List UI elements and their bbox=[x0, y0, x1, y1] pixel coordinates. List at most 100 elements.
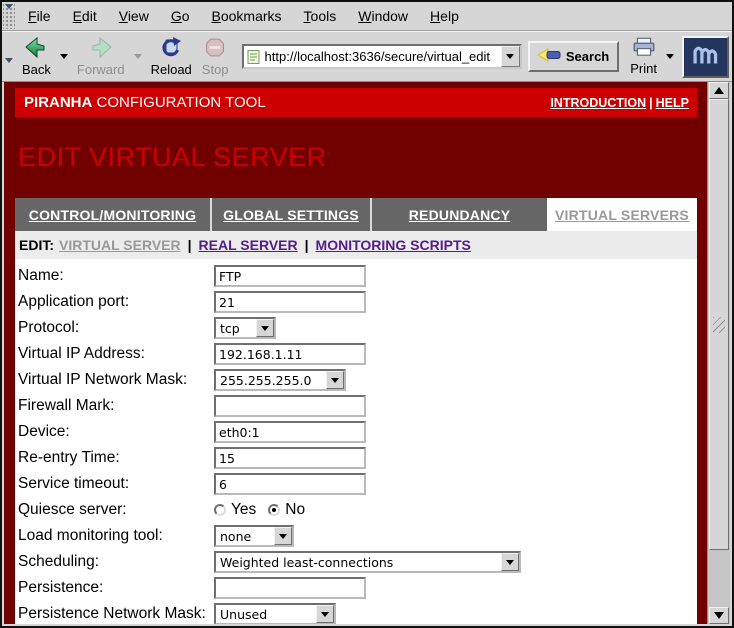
menu-tools[interactable]: Tools bbox=[293, 4, 348, 28]
search-button[interactable]: Search bbox=[528, 41, 619, 72]
menubar-grip-handle[interactable] bbox=[3, 3, 15, 29]
print-dropdown-icon[interactable] bbox=[666, 54, 674, 59]
virtual-ip-mask-select-arrow bbox=[326, 371, 344, 389]
back-button[interactable]: Back bbox=[18, 36, 55, 78]
vertical-scrollbar[interactable] bbox=[707, 82, 730, 624]
forward-label: Forward bbox=[77, 62, 125, 77]
tab-redundancy[interactable]: REDUNDANCY bbox=[372, 198, 547, 231]
protocol-select[interactable]: tcp bbox=[214, 317, 276, 339]
forward-button[interactable]: Forward bbox=[73, 36, 129, 78]
application-port-label: Application port: bbox=[18, 293, 214, 311]
mozilla-logo-button[interactable] bbox=[682, 36, 729, 78]
menu-view[interactable]: View bbox=[108, 4, 160, 28]
name-label: Name: bbox=[18, 267, 214, 285]
quiesce-yes-radio[interactable] bbox=[214, 504, 226, 516]
piranha-header-bar: PIRANHA CONFIGURATION TOOL INTRODUCTION|… bbox=[15, 88, 697, 117]
url-bar: http://localhost:3636/secure/virtual_edi… bbox=[242, 44, 522, 69]
device-input[interactable] bbox=[214, 421, 366, 443]
menu-file[interactable]: File bbox=[17, 4, 62, 28]
virtual-ip-mask-select[interactable]: 255.255.255.0 bbox=[214, 369, 346, 391]
scroll-down-button[interactable] bbox=[709, 607, 729, 624]
subnav-monitoring-scripts-link[interactable]: MONITORING SCRIPTS bbox=[316, 237, 471, 253]
brand-strong: PIRANHA bbox=[24, 94, 92, 111]
brand-rest: CONFIGURATION TOOL bbox=[92, 94, 265, 111]
form-row-application-port: Application port: bbox=[15, 289, 697, 315]
introduction-link[interactable]: INTRODUCTION bbox=[550, 96, 646, 110]
menu-help[interactable]: Help bbox=[419, 4, 470, 28]
navigation-toolbar: Back Forward Reload bbox=[2, 31, 732, 82]
print-icon bbox=[632, 37, 656, 60]
search-label: Search bbox=[566, 49, 609, 64]
protocol-select-arrow bbox=[256, 319, 274, 337]
service-timeout-input[interactable] bbox=[214, 473, 366, 495]
back-icon bbox=[24, 37, 48, 61]
load-monitoring-label: Load monitoring tool: bbox=[18, 527, 214, 545]
menu-bar: File Edit View Go Bookmarks Tools Window… bbox=[2, 2, 732, 31]
forward-dropdown-icon[interactable] bbox=[134, 54, 142, 59]
subnav-separator: | bbox=[305, 237, 309, 253]
url-input[interactable]: http://localhost:3636/secure/virtual_edi… bbox=[265, 49, 501, 64]
menu-edit[interactable]: Edit bbox=[62, 4, 108, 28]
subnav-real-server-link[interactable]: REAL SERVER bbox=[199, 237, 298, 253]
page-favicon-icon[interactable] bbox=[247, 49, 261, 65]
header-links: INTRODUCTION|HELP bbox=[550, 96, 689, 110]
subnav-prefix: EDIT: bbox=[19, 237, 54, 253]
form-row-persistence: Persistence: bbox=[15, 575, 697, 601]
page-title: EDIT VIRTUAL SERVER bbox=[15, 117, 697, 198]
persistence-label: Persistence: bbox=[18, 579, 214, 597]
stop-button[interactable]: Stop bbox=[198, 36, 233, 78]
scroll-down-icon bbox=[714, 612, 724, 619]
persistence-mask-label: Persistence Network Mask: bbox=[18, 605, 214, 623]
form-row-virtual-ip-mask: Virtual IP Network Mask: 255.255.255.0 bbox=[15, 367, 697, 393]
tab-virtual-servers[interactable]: VIRTUAL SERVERS bbox=[547, 198, 697, 231]
persistence-input[interactable] bbox=[214, 577, 366, 599]
back-label: Back bbox=[22, 62, 51, 77]
firewall-mark-label: Firewall Mark: bbox=[18, 397, 214, 415]
scrollbar-thumb[interactable] bbox=[709, 99, 729, 550]
url-history-dropdown[interactable] bbox=[501, 46, 520, 67]
menu-items: File Edit View Go Bookmarks Tools Window… bbox=[17, 2, 470, 30]
menu-bookmarks[interactable]: Bookmarks bbox=[201, 4, 293, 28]
reload-button[interactable]: Reload bbox=[147, 36, 196, 78]
protocol-label: Protocol: bbox=[18, 319, 214, 337]
piranha-brand: PIRANHA CONFIGURATION TOOL bbox=[24, 94, 266, 111]
application-port-input[interactable] bbox=[214, 291, 366, 313]
print-button[interactable]: Print bbox=[626, 36, 661, 77]
device-label: Device: bbox=[18, 423, 214, 441]
form-row-name: Name: bbox=[15, 263, 697, 289]
form-row-protocol: Protocol: tcp bbox=[15, 315, 697, 341]
stop-icon bbox=[204, 37, 226, 61]
chevron-down-icon bbox=[321, 612, 329, 617]
load-monitoring-select[interactable]: none bbox=[214, 525, 294, 547]
quiesce-no-radio[interactable] bbox=[268, 504, 280, 516]
scheduling-select-arrow bbox=[501, 553, 519, 571]
scheduling-select[interactable]: Weighted least-connections bbox=[214, 551, 521, 573]
firewall-mark-input[interactable] bbox=[214, 395, 366, 417]
tab-control-monitoring[interactable]: CONTROL/MONITORING bbox=[15, 198, 212, 231]
scheduling-value: Weighted least-connections bbox=[220, 555, 393, 570]
tab-global-settings[interactable]: GLOBAL SETTINGS bbox=[212, 198, 372, 231]
print-label: Print bbox=[630, 61, 657, 76]
scheduling-label: Scheduling: bbox=[18, 553, 214, 571]
chevron-down-icon bbox=[506, 560, 514, 565]
reload-label: Reload bbox=[151, 62, 192, 77]
virtual-ip-label: Virtual IP Address: bbox=[18, 345, 214, 363]
tab-bar: CONTROL/MONITORING GLOBAL SETTINGS REDUN… bbox=[15, 198, 697, 231]
reentry-time-input[interactable] bbox=[214, 447, 366, 469]
mozilla-m-icon bbox=[689, 39, 723, 74]
form-row-reentry-time: Re-entry Time: bbox=[15, 445, 697, 471]
persistence-mask-select[interactable]: Unused bbox=[214, 603, 336, 624]
chevron-down-icon bbox=[279, 534, 287, 539]
form-row-load-monitoring: Load monitoring tool: none bbox=[15, 523, 697, 549]
stop-label: Stop bbox=[202, 62, 229, 77]
menu-window[interactable]: Window bbox=[347, 4, 419, 28]
name-input[interactable] bbox=[214, 265, 366, 287]
persistence-mask-value: Unused bbox=[220, 607, 267, 622]
scroll-up-button[interactable] bbox=[709, 82, 729, 99]
load-monitoring-select-arrow bbox=[274, 527, 292, 545]
help-link[interactable]: HELP bbox=[656, 96, 689, 110]
back-dropdown-icon[interactable] bbox=[60, 54, 68, 59]
menu-go[interactable]: Go bbox=[160, 4, 201, 28]
virtual-ip-input[interactable] bbox=[214, 343, 366, 365]
load-monitoring-value: none bbox=[220, 529, 251, 544]
